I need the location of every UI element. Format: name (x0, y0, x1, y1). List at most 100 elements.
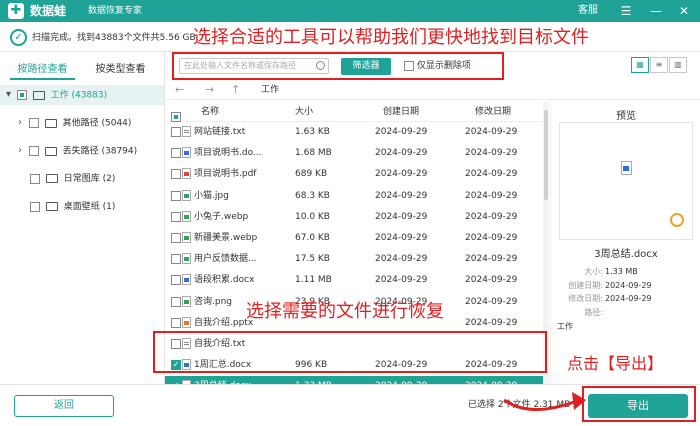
detail-view-icon[interactable]: ▥ (669, 57, 687, 73)
file-name: 用户反馈数据... (182, 249, 282, 270)
tree-item-other-paths[interactable]: › 其他路径 (5044) (18, 113, 164, 133)
file-name-text: 网站链接.txt (194, 127, 246, 137)
table-row[interactable]: 小猫.jpg 68.3 KB 2024-09-29 2024-09-29 (165, 186, 543, 207)
row-checkbox-box[interactable] (171, 275, 181, 286)
customer-service-link[interactable]: 客服 (578, 5, 598, 17)
tree-item-label: 工作 (43883) (50, 90, 108, 101)
file-modified: 2024-09-29 (465, 275, 518, 286)
row-checkbox-box[interactable] (171, 317, 181, 328)
row-checkbox[interactable] (171, 127, 181, 138)
current-path: 工作 (261, 85, 280, 95)
select-all-box[interactable] (171, 111, 181, 122)
chevron-right-icon[interactable]: › (18, 141, 26, 161)
tree-item-label: 日常图库 (2) (63, 174, 116, 184)
title-bar: ✚ 数据蛙 数据恢复专家 客服 ☰ — ✕ (0, 0, 700, 22)
tree-checkbox[interactable] (30, 201, 40, 212)
table-row[interactable]: 语段积累.docx 1.11 MB 2024-09-29 2024-09-29 (165, 270, 543, 291)
file-modified: 2024-09-29 (465, 169, 518, 180)
txt-file-icon (182, 126, 191, 137)
row-checkbox[interactable] (171, 233, 181, 244)
table-row[interactable]: 项目说明书.pdf 689 KB 2024-09-29 2024-09-29 (165, 164, 543, 185)
file-name-text: 小猫.jpg (194, 190, 229, 201)
tab-by-path[interactable]: 按路径查看 (10, 60, 75, 80)
grid-view-icon[interactable]: ▦ (631, 57, 649, 73)
ppt-file-icon (182, 316, 191, 328)
file-created: 2024-09-29 (375, 233, 428, 243)
header-name[interactable]: 名称 (201, 102, 219, 122)
row-checkbox[interactable] (171, 317, 181, 329)
meta-created-key: 创建日期: (568, 281, 603, 290)
row-checkbox[interactable] (171, 148, 181, 159)
file-name-text: 自我介绍.pptx (194, 317, 254, 328)
file-created: 2024-09-29 (375, 127, 428, 137)
row-checkbox[interactable] (171, 296, 181, 308)
back-arrow-icon[interactable]: ← (175, 83, 184, 96)
row-checkbox[interactable] (171, 169, 181, 180)
menu-icon[interactable]: ☰ (618, 3, 634, 19)
tree-item-desktop-wallpaper[interactable]: 桌面壁纸 (1) (30, 197, 164, 217)
file-created: 2024-09-29 (375, 169, 428, 180)
toolbar-highlight-box (172, 52, 504, 80)
img-file-icon (182, 189, 191, 201)
close-icon[interactable]: ✕ (676, 3, 692, 19)
document-icon (621, 161, 632, 175)
img-file-icon (182, 210, 191, 222)
row-checkbox-box[interactable] (171, 148, 181, 159)
table-row[interactable]: 新疆美景.webp 67.0 KB 2024-09-29 2024-09-29 (165, 228, 543, 249)
tree-checkbox[interactable] (30, 173, 40, 184)
row-checkbox-box[interactable] (171, 127, 181, 137)
file-name: 项目说明书.do... (182, 143, 282, 164)
chevron-down-icon[interactable]: ▾ (6, 85, 14, 105)
file-size: 68.3 KB (295, 190, 330, 201)
list-view-icon[interactable]: ≡ (650, 57, 668, 73)
file-size: 67.0 KB (295, 233, 330, 243)
file-name-text: 咨询.png (194, 296, 232, 307)
tab-by-type[interactable]: 按类型查看 (88, 60, 153, 80)
preview-pane: 预览 3周总结.docx 大小: 1.33 MB 创建日期: 2024-09-2… (550, 100, 700, 384)
folder-icon (44, 146, 57, 156)
tree-item-work[interactable]: ▾ 工作 (43883) (0, 85, 164, 105)
file-created: 2024-09-29 (375, 275, 428, 286)
row-checkbox[interactable] (171, 254, 181, 265)
annotation-select-tip: 选择需要的文件进行恢复 (246, 301, 444, 322)
scrollbar-thumb[interactable] (544, 110, 548, 200)
pdf-file-icon (182, 168, 191, 180)
table-row[interactable]: 用户反馈数据... 17.5 KB 2024-09-29 2024-09-29 (165, 249, 543, 270)
table-row[interactable]: 小兔子.webp 10.0 KB 2024-09-29 2024-09-29 (165, 207, 543, 228)
file-size: 17.5 KB (295, 254, 330, 265)
file-size: 1.11 MB (295, 275, 332, 286)
row-checkbox-box[interactable] (171, 296, 181, 307)
header-modified[interactable]: 修改日期 (475, 102, 511, 122)
tree-checkbox[interactable] (28, 118, 39, 128)
meta-modified-key: 修改日期: (568, 294, 603, 303)
row-checkbox[interactable] (171, 190, 181, 202)
row-checkbox-box[interactable] (171, 254, 181, 265)
row-checkbox-box[interactable] (171, 233, 181, 243)
tree-item-lost-paths[interactable]: › 丢失路径 (38794) (18, 141, 164, 161)
up-arrow-icon[interactable]: ↑ (231, 83, 240, 96)
row-checkbox-box[interactable] (171, 169, 181, 180)
row-checkbox[interactable] (171, 211, 181, 223)
header-created[interactable]: 创建日期 (383, 102, 419, 122)
forward-arrow-icon[interactable]: → (205, 83, 214, 96)
back-button[interactable]: 返回 (14, 395, 114, 417)
tree-checkbox[interactable] (16, 90, 27, 100)
file-size: 1.68 MB (295, 148, 332, 159)
row-checkbox-box[interactable] (171, 211, 181, 222)
row-checkbox[interactable] (171, 275, 181, 286)
file-created: 2024-09-29 (375, 211, 428, 222)
table-row[interactable]: 网站链接.txt 1.63 KB 2024-09-29 2024-09-29 (165, 122, 543, 143)
file-name: 网站链接.txt (182, 122, 282, 143)
preview-box (559, 122, 693, 240)
table-row[interactable]: 项目说明书.do... 1.68 MB 2024-09-29 2024-09-29 (165, 143, 543, 164)
header-size[interactable]: 大小 (295, 102, 313, 122)
row-checkbox-box[interactable] (171, 190, 181, 201)
file-created: 2024-09-29 (375, 254, 428, 265)
tree-item-daily-gallery[interactable]: 日常图库 (2) (30, 169, 164, 189)
chevron-right-icon[interactable]: › (18, 113, 26, 133)
annotation-export-tip: 点击【导出】 (567, 354, 664, 373)
minimize-icon[interactable]: — (648, 3, 664, 19)
tree-checkbox[interactable] (28, 146, 39, 156)
check-circle-icon: ✓ (10, 29, 27, 46)
zoom-icon[interactable] (670, 213, 684, 227)
